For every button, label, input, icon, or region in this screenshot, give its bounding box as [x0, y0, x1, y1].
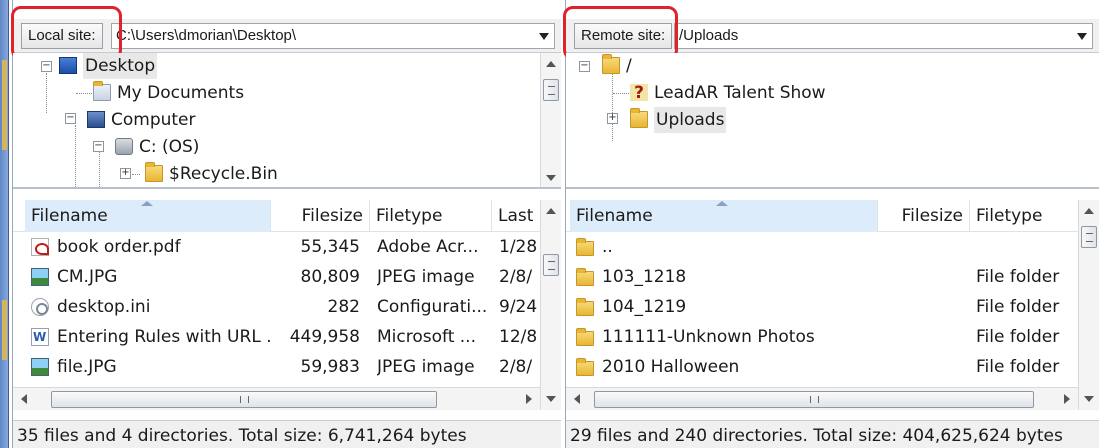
expand-toggle[interactable]: +: [120, 168, 131, 179]
scroll-right-arrow-icon[interactable]: [1064, 394, 1070, 404]
column-header-filesize[interactable]: Filesize: [271, 200, 370, 232]
table-row[interactable]: CM.JPG 80,809 JPEG image 2/8/: [13, 262, 540, 292]
remote-path-value: /Uploads: [679, 27, 739, 44]
remote-horizontal-scrollbar[interactable]: [566, 387, 1078, 410]
jpeg-icon: [31, 358, 49, 376]
collapse-toggle[interactable]: −: [65, 113, 76, 124]
table-row[interactable]: Entering Rules with URL ... 449,958 Micr…: [13, 322, 540, 352]
local-pane: Local site: C:\Users\dmorian\Desktop\ − …: [11, 0, 561, 448]
frame-accent: [2, 300, 7, 360]
local-site-highlight: [11, 6, 122, 60]
scroll-thumb[interactable]: [543, 79, 559, 101]
jpeg-icon: [31, 268, 49, 286]
folder-icon: [576, 238, 594, 256]
chevron-down-icon[interactable]: [539, 33, 549, 40]
local-status-bar: 35 files and 4 directories. Total size: …: [13, 420, 561, 448]
scroll-down-arrow-icon[interactable]: [546, 396, 556, 402]
table-row[interactable]: desktop.ini 282 Configurati... 9/24: [13, 292, 540, 322]
remote-status-bar: 29 files and 240 directories. Total size…: [566, 420, 1099, 448]
column-header-filetype[interactable]: Filetype: [970, 200, 1079, 232]
scroll-left-arrow-icon[interactable]: [21, 394, 27, 404]
remote-file-list-scrollbar[interactable]: [1078, 200, 1099, 410]
column-header-filesize[interactable]: Filesize: [878, 200, 970, 232]
unknown-folder-icon: ?: [630, 84, 648, 102]
remote-file-list-header: Filename Filesize Filetype: [566, 200, 1078, 232]
config-file-icon: [31, 298, 49, 316]
local-directory-tree: − Desktop My Documents − Computer − C: (…: [13, 53, 561, 189]
column-header-last-modified[interactable]: Last: [492, 200, 541, 232]
scroll-thumb[interactable]: [1081, 226, 1097, 248]
desktop-icon: [59, 57, 77, 74]
local-path-value: C:\Users\dmorian\Desktop\: [116, 27, 297, 44]
table-row[interactable]: ..: [566, 232, 1078, 262]
local-horizontal-scrollbar[interactable]: [13, 387, 540, 410]
local-file-list: book order.pdf 55,345 Adobe Acr... 1/28 …: [13, 232, 540, 387]
pdf-icon: [31, 238, 49, 256]
local-file-list-header: Filename Filesize Filetype Last: [13, 200, 540, 232]
local-tree-scrollbar[interactable]: [540, 53, 561, 187]
scroll-up-arrow-icon[interactable]: [546, 208, 556, 214]
documents-folder-icon: [93, 81, 111, 101]
computer-icon: [87, 111, 105, 128]
table-row[interactable]: 111111-Unknown Photos File folder: [566, 322, 1078, 352]
window-frame-edge: [0, 0, 9, 448]
folder-icon: [576, 298, 594, 316]
word-doc-icon: [31, 328, 49, 346]
table-row[interactable]: 2010 Halloween File folder: [566, 352, 1078, 382]
scroll-right-arrow-icon[interactable]: [526, 394, 532, 404]
remote-site-highlight: [563, 6, 678, 60]
drive-icon: [115, 138, 133, 155]
scroll-thumb[interactable]: [543, 254, 559, 276]
local-path-combobox[interactable]: C:\Users\dmorian\Desktop\: [111, 23, 555, 49]
scroll-up-arrow-icon[interactable]: [546, 61, 556, 67]
folder-icon: [602, 54, 620, 74]
scroll-down-arrow-icon[interactable]: [546, 175, 556, 181]
scroll-up-arrow-icon[interactable]: [1084, 208, 1094, 214]
scroll-left-arrow-icon[interactable]: [574, 394, 580, 404]
column-header-filetype[interactable]: Filetype: [370, 200, 492, 232]
sort-ascending-icon: [141, 201, 153, 206]
table-row[interactable]: 103_1218 File folder: [566, 262, 1078, 292]
chevron-down-icon[interactable]: [1077, 33, 1087, 40]
folder-icon: [145, 162, 163, 182]
folder-icon: [576, 268, 594, 286]
table-row[interactable]: 104_1219 File folder: [566, 292, 1078, 322]
local-file-list-scrollbar[interactable]: [540, 200, 561, 410]
scroll-thumb[interactable]: [594, 391, 1034, 408]
table-row[interactable]: book order.pdf 55,345 Adobe Acr... 1/28: [13, 232, 540, 262]
expand-toggle[interactable]: +: [607, 113, 618, 124]
collapse-toggle[interactable]: −: [41, 61, 52, 72]
table-row[interactable]: file.JPG 59,983 JPEG image 2/8/: [13, 352, 540, 382]
frame-accent: [2, 60, 7, 150]
folder-icon: [576, 328, 594, 346]
remote-file-list: .. 103_1218 File folder 104_1219 File fo…: [566, 232, 1078, 387]
scroll-down-arrow-icon[interactable]: [1084, 396, 1094, 402]
remote-path-combobox[interactable]: /Uploads: [674, 23, 1093, 49]
sort-ascending-icon: [716, 201, 728, 206]
folder-icon: [576, 358, 594, 376]
remote-pane: Remote site: /Uploads − / ? LeadAR Talen…: [563, 0, 1099, 448]
folder-icon: [630, 108, 648, 128]
collapse-toggle[interactable]: −: [579, 61, 590, 72]
collapse-toggle[interactable]: −: [93, 141, 104, 152]
scroll-thumb[interactable]: [51, 391, 437, 408]
remote-directory-tree: − / ? LeadAR Talent Show + Uploads: [566, 53, 1099, 189]
